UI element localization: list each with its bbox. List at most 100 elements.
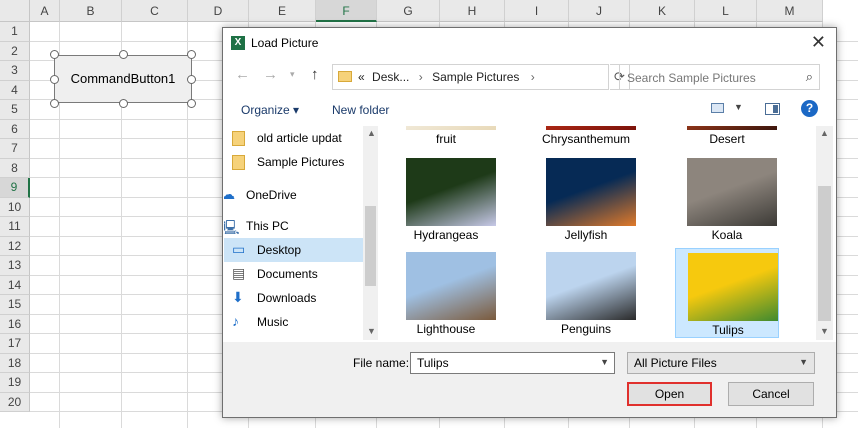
breadcrumb-desktop[interactable]: Desk... [372, 70, 409, 84]
cancel-button[interactable]: Cancel [728, 382, 814, 406]
column-header-l[interactable]: L [695, 0, 757, 22]
search-icon[interactable]: ⌕ [806, 69, 813, 85]
navigation-scrollbar[interactable]: ▲ ▼ [363, 126, 378, 340]
row-header-15[interactable]: 15 [0, 295, 30, 315]
file-name-label: Desert [709, 132, 745, 146]
row-header-10[interactable]: 10 [0, 197, 30, 217]
up-arrow-icon[interactable]: ↑ [311, 66, 319, 83]
row-header-12[interactable]: 12 [0, 236, 30, 256]
search-input[interactable]: Search Sample Pictures [627, 71, 756, 85]
file-name-input[interactable]: Tulips ▼ [410, 352, 615, 374]
nav-item-downloads[interactable]: ⬇ Downloads [224, 286, 363, 310]
file-tile-fruit[interactable]: fruit [394, 126, 498, 148]
resize-handle-right[interactable] [187, 75, 196, 84]
row-header-5[interactable]: 5 [0, 100, 30, 120]
row-header-2[interactable]: 2 [0, 41, 30, 61]
scroll-up-icon[interactable]: ▲ [820, 128, 829, 138]
scroll-down-icon[interactable]: ▼ [820, 326, 829, 336]
preview-pane-icon[interactable] [765, 103, 780, 115]
nav-item-documents[interactable]: ▤ Documents [224, 262, 363, 286]
file-tile-penguins[interactable]: Penguins [534, 248, 638, 338]
address-overflow[interactable]: « [358, 70, 365, 84]
organize-menu[interactable]: Organize ▾ [241, 103, 299, 117]
file-tile-jellyfish[interactable]: Jellyfish [534, 154, 638, 244]
help-icon[interactable]: ? [801, 100, 818, 117]
nav-item-desktop[interactable]: ▭ Desktop [224, 238, 363, 262]
command-button[interactable]: CommandButton1 [54, 55, 192, 103]
file-list-scroll-thumb[interactable] [818, 186, 831, 321]
close-icon[interactable]: ✕ [811, 32, 826, 53]
file-name-label: fruit [435, 132, 456, 146]
address-bar[interactable]: « Desk... › Sample Pictures › [332, 64, 609, 90]
resize-handle-bottom-right[interactable] [187, 99, 196, 108]
nav-item-this-pc[interactable]: 🖳 This PC [224, 214, 363, 238]
load-picture-dialog: X Load Picture ✕ ← → ▾ ↑ « Desk... › Sam… [222, 27, 837, 418]
search-box[interactable]: Search Sample Pictures ⌕ [619, 64, 820, 90]
row-header-7[interactable]: 7 [0, 139, 30, 159]
column-header-d[interactable]: D [188, 0, 249, 22]
row-header-18[interactable]: 18 [0, 353, 30, 373]
file-tile-tulips[interactable]: Tulips [675, 248, 779, 338]
nav-item-music[interactable]: ♪ Music [224, 310, 363, 334]
column-header-a[interactable]: A [30, 0, 60, 22]
file-type-value[interactable]: All Picture Files [634, 356, 717, 370]
row-header-4[interactable]: 4 [0, 80, 30, 100]
breadcrumb-separator[interactable]: › [419, 70, 423, 84]
back-arrow-icon[interactable]: ← [235, 66, 250, 83]
row-header-20[interactable]: 20 [0, 392, 30, 412]
recent-locations-chevron-icon[interactable]: ▾ [290, 69, 295, 80]
column-header-b[interactable]: B [60, 0, 122, 22]
file-type-select[interactable]: All Picture Files ▼ [627, 352, 815, 374]
file-tile-desert[interactable]: Desert [675, 126, 779, 148]
column-header-k[interactable]: K [630, 0, 695, 22]
resize-handle-top-right[interactable] [187, 50, 196, 59]
file-tile-hydrangeas[interactable]: Hydrangeas [394, 154, 498, 244]
row-header-11[interactable]: 11 [0, 217, 30, 237]
column-header-e[interactable]: E [249, 0, 316, 22]
file-tile-chrysanthemum[interactable]: Chrysanthemum [534, 126, 638, 148]
open-button[interactable]: Open [627, 382, 712, 406]
navigation-scroll-thumb[interactable] [365, 206, 376, 286]
chevron-down-icon[interactable]: ▼ [600, 357, 609, 367]
row-header-14[interactable]: 14 [0, 275, 30, 295]
row-header-16[interactable]: 16 [0, 314, 30, 334]
column-header-g[interactable]: G [377, 0, 440, 22]
column-header-f[interactable]: F [316, 0, 377, 22]
column-header-h[interactable]: H [440, 0, 505, 22]
scroll-down-icon[interactable]: ▼ [367, 326, 376, 336]
row-header-3[interactable]: 3 [0, 61, 30, 81]
breadcrumb-sample-pictures[interactable]: Sample Pictures [432, 70, 519, 84]
row-header-13[interactable]: 13 [0, 256, 30, 276]
resize-handle-top-left[interactable] [50, 50, 59, 59]
row-header-8[interactable]: 8 [0, 158, 30, 178]
column-header-j[interactable]: J [569, 0, 630, 22]
column-header-m[interactable]: M [757, 0, 823, 22]
row-header-1[interactable]: 1 [0, 22, 30, 42]
file-tile-koala[interactable]: Koala [675, 154, 779, 244]
resize-handle-left[interactable] [50, 75, 59, 84]
select-all-corner[interactable] [0, 0, 30, 22]
resize-handle-bottom-left[interactable] [50, 99, 59, 108]
dialog-titlebar[interactable]: X Load Picture ✕ [223, 28, 836, 58]
new-folder-button[interactable]: New folder [332, 103, 389, 117]
nav-item-sample-pictures[interactable]: Sample Pictures [224, 150, 363, 174]
row-header-17[interactable]: 17 [0, 334, 30, 354]
resize-handle-bottom[interactable] [119, 99, 128, 108]
file-list-scrollbar[interactable]: ▲ ▼ [816, 126, 833, 340]
file-name-value[interactable]: Tulips [417, 356, 449, 370]
breadcrumb-separator[interactable]: › [531, 70, 535, 84]
row-header-9[interactable]: 9 [0, 178, 30, 198]
chevron-down-icon[interactable]: ▼ [799, 357, 808, 367]
resize-handle-top[interactable] [119, 50, 128, 59]
row-header-6[interactable]: 6 [0, 119, 30, 139]
column-header-c[interactable]: C [122, 0, 188, 22]
row-header-19[interactable]: 19 [0, 373, 30, 393]
scroll-up-icon[interactable]: ▲ [367, 128, 376, 138]
file-tile-lighthouse[interactable]: Lighthouse [394, 248, 498, 338]
column-header-i[interactable]: I [505, 0, 569, 22]
view-options-icon[interactable] [711, 103, 724, 113]
view-options-chevron-icon[interactable]: ▼ [734, 102, 743, 112]
nav-item-old-article-updat[interactable]: old article updat [224, 126, 363, 150]
nav-item-onedrive[interactable]: ☁ OneDrive [224, 183, 363, 207]
forward-arrow-icon[interactable]: → [263, 66, 278, 83]
